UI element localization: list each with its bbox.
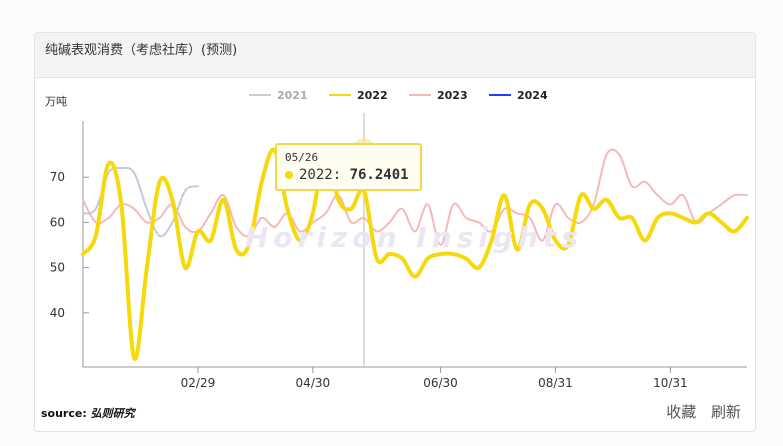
chart-card: 纯碱表观消费（考虑社库）(预测) 万吨 40 50 60 70 02/29 04/30 06/… <box>34 32 756 432</box>
legend-label-2023: 2023 <box>437 89 468 102</box>
x-tick-label: 08/31 <box>538 376 573 390</box>
y-tick-label: 70 <box>50 170 65 184</box>
source-label: source: <box>41 407 87 420</box>
tooltip-series-dot-icon <box>285 171 293 179</box>
refresh-button[interactable]: 刷新 <box>711 403 741 421</box>
source-name: 弘则研究 <box>90 407 135 420</box>
x-tick-label: 02/29 <box>181 376 216 390</box>
favorite-button[interactable]: 收藏 <box>666 403 696 421</box>
y-axis-unit-label: 万吨 <box>45 95 67 108</box>
y-tick-label: 60 <box>50 215 65 229</box>
x-tick-label: 10/31 <box>653 376 688 390</box>
legend-label-2022: 2022 <box>357 89 388 102</box>
tooltip-value: 76.2401 <box>349 167 409 183</box>
legend-label-2024: 2024 <box>517 89 548 102</box>
tooltip-row: 2022: 76.2401 <box>285 167 409 183</box>
tooltip-date: 05/26 <box>285 151 319 164</box>
legend-label-2021: 2021 <box>277 89 308 102</box>
x-tick-label: 04/30 <box>296 376 331 390</box>
line-chart[interactable]: 万吨 40 50 60 70 02/29 04/30 06/30 08/31 10/31 2021 2… <box>35 33 756 432</box>
chart-tooltip: 05/26 2022: 76.2401 <box>275 143 422 191</box>
y-tick-label: 40 <box>50 306 65 320</box>
y-tick-label: 50 <box>50 261 65 275</box>
x-tick-label: 06/30 <box>423 376 458 390</box>
tooltip-series-name: 2022 <box>299 167 333 183</box>
source-note: source: 弘则研究 <box>41 405 135 421</box>
card-actions: 收藏 刷新 <box>656 401 741 422</box>
